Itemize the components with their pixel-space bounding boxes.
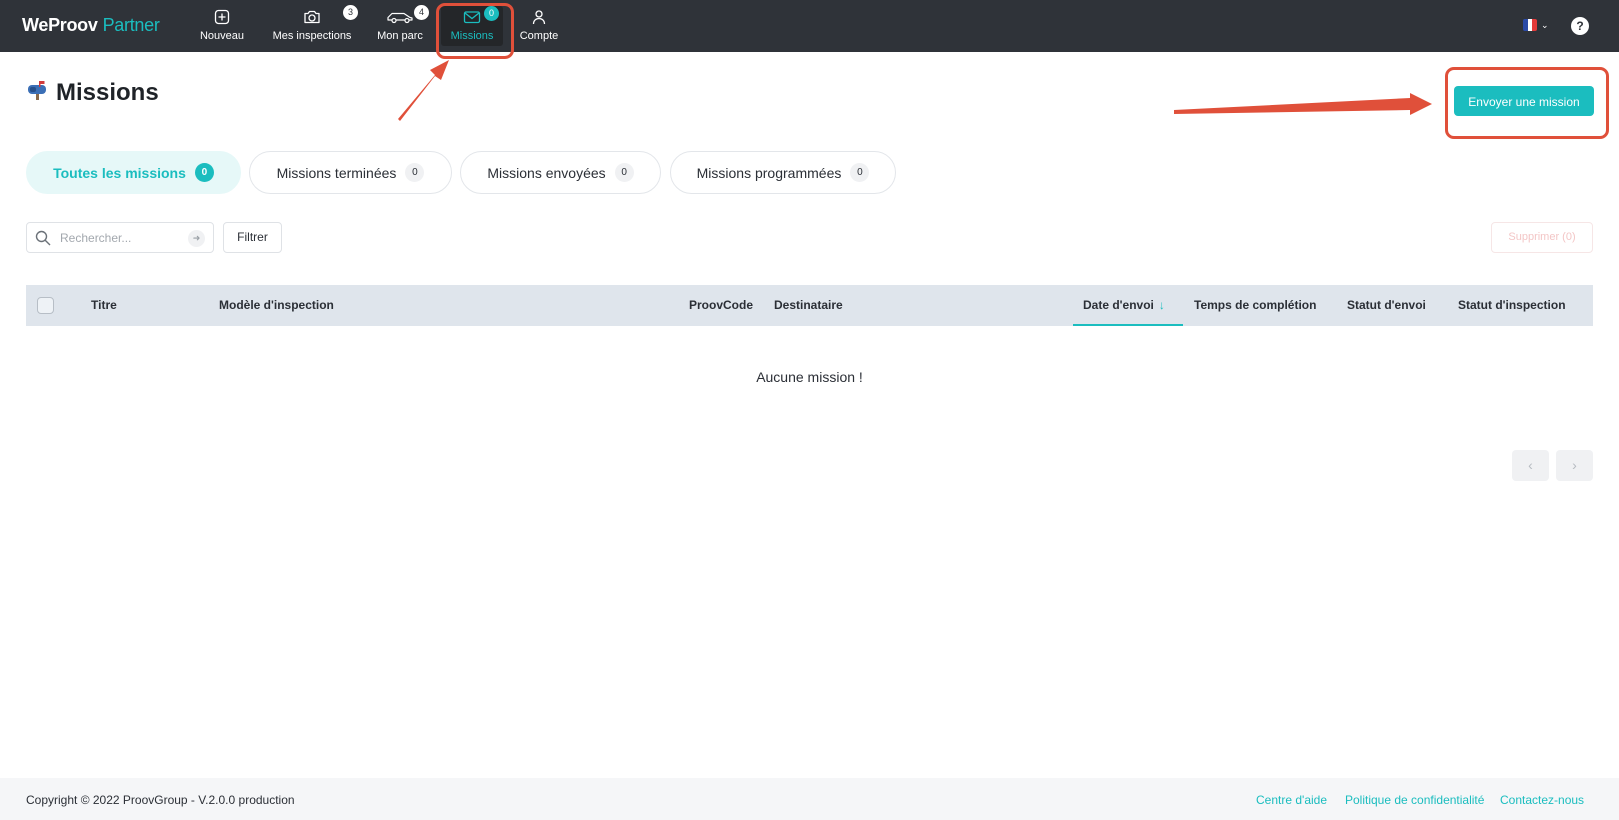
- table-header: Titre Modèle d'inspection ProovCode Dest…: [26, 285, 1593, 326]
- tab-count-badge: 0: [614, 163, 634, 182]
- tab-count-badge: 0: [194, 163, 214, 182]
- contact-link[interactable]: Contactez-nous: [1500, 793, 1584, 807]
- annotation-arrow-up: [398, 60, 449, 121]
- tab-label: Toutes les missions: [53, 164, 186, 181]
- search-box: ➜: [26, 222, 214, 253]
- tab-count-badge: 0: [405, 163, 425, 182]
- empty-state-message: Aucune mission !: [756, 369, 863, 385]
- nav-item-mes-inspections[interactable]: Mes inspections 3: [270, 5, 358, 46]
- sort-down-arrow-icon: ↓: [1158, 298, 1165, 312]
- chevron-down-icon[interactable]: ⌄: [1541, 20, 1549, 31]
- camera-icon: [270, 9, 354, 29]
- nav-badge: 0: [484, 6, 499, 21]
- brand-logo[interactable]: WeProov Partner: [22, 15, 160, 36]
- column-header-completion-time[interactable]: Temps de complétion: [1194, 285, 1316, 326]
- tab-sent-missions[interactable]: Missions envoyées 0: [460, 151, 661, 194]
- column-header-recipient[interactable]: Destinataire: [774, 285, 843, 326]
- tab-completed-missions[interactable]: Missions terminées 0: [249, 151, 452, 194]
- mailbox-icon: [26, 78, 48, 107]
- column-header-label: Date d'envoi: [1083, 298, 1154, 312]
- column-header-send-date[interactable]: Date d'envoi ↓: [1073, 285, 1183, 326]
- tab-label: Missions terminées: [276, 164, 397, 181]
- nav-item-nouveau[interactable]: Nouveau: [196, 6, 248, 46]
- brand-word: WeProov: [22, 15, 98, 35]
- column-header-inspection-status[interactable]: Statut d'inspection: [1458, 285, 1566, 326]
- nav-label: Compte: [519, 30, 559, 42]
- nav-item-missions[interactable]: Missions 0: [441, 6, 503, 46]
- search-icon: [35, 230, 51, 251]
- column-header-template[interactable]: Modèle d'inspection: [219, 285, 334, 326]
- filter-button[interactable]: Filtrer: [223, 222, 282, 253]
- user-icon: [515, 9, 563, 29]
- nav-label: Nouveau: [199, 30, 245, 42]
- chevron-right-icon: ›: [1572, 457, 1577, 473]
- previous-page-button[interactable]: ‹: [1512, 450, 1549, 481]
- delete-button[interactable]: Supprimer (0): [1491, 222, 1593, 253]
- nav-item-mon-parc[interactable]: Mon parc 4: [374, 5, 429, 46]
- tab-all-missions[interactable]: Toutes les missions 0: [26, 151, 241, 194]
- select-all-checkbox[interactable]: [37, 297, 54, 314]
- nav-badge: 3: [343, 5, 358, 20]
- top-navigation-bar: WeProov Partner Nouveau Mes inspections 3…: [0, 0, 1619, 52]
- arrow-right-icon[interactable]: ➜: [188, 230, 205, 247]
- nav-label: Missions: [450, 30, 494, 42]
- tab-label: Missions envoyées: [487, 164, 606, 181]
- search-input[interactable]: [58, 228, 178, 248]
- privacy-policy-link[interactable]: Politique de confidentialité: [1345, 793, 1484, 807]
- column-header-send-status[interactable]: Statut d'envoi: [1347, 285, 1426, 326]
- next-page-button[interactable]: ›: [1556, 450, 1593, 481]
- nav-badge: 4: [414, 5, 429, 20]
- chevron-left-icon: ‹: [1528, 457, 1533, 473]
- column-header-proovcode[interactable]: ProovCode: [689, 285, 753, 326]
- language-flag-icon[interactable]: [1523, 19, 1537, 31]
- footer: Copyright © 2022 ProovGroup - V.2.0.0 pr…: [0, 778, 1619, 820]
- page-title-text: Missions: [56, 78, 159, 106]
- column-header-title[interactable]: Titre: [91, 285, 117, 326]
- nav-label: Mes inspections: [272, 30, 352, 42]
- annotation-arrow-right: [1174, 93, 1432, 115]
- tab-count-badge: 0: [850, 163, 870, 182]
- send-mission-button[interactable]: Envoyer une mission: [1454, 86, 1594, 116]
- nav-item-compte[interactable]: Compte: [515, 6, 563, 46]
- copyright-text: Copyright © 2022 ProovGroup - V.2.0.0 pr…: [26, 793, 295, 807]
- page-title: Missions: [26, 78, 159, 107]
- tab-scheduled-missions[interactable]: Missions programmées 0: [670, 151, 896, 194]
- annotation-arrows: [398, 60, 1432, 121]
- plus-square-icon: [196, 9, 248, 29]
- help-button[interactable]: ?: [1571, 17, 1589, 35]
- help-center-link[interactable]: Centre d'aide: [1256, 793, 1327, 807]
- tab-label: Missions programmées: [696, 164, 842, 181]
- brand-suffix: Partner: [102, 15, 160, 35]
- nav-label: Mon parc: [377, 30, 423, 42]
